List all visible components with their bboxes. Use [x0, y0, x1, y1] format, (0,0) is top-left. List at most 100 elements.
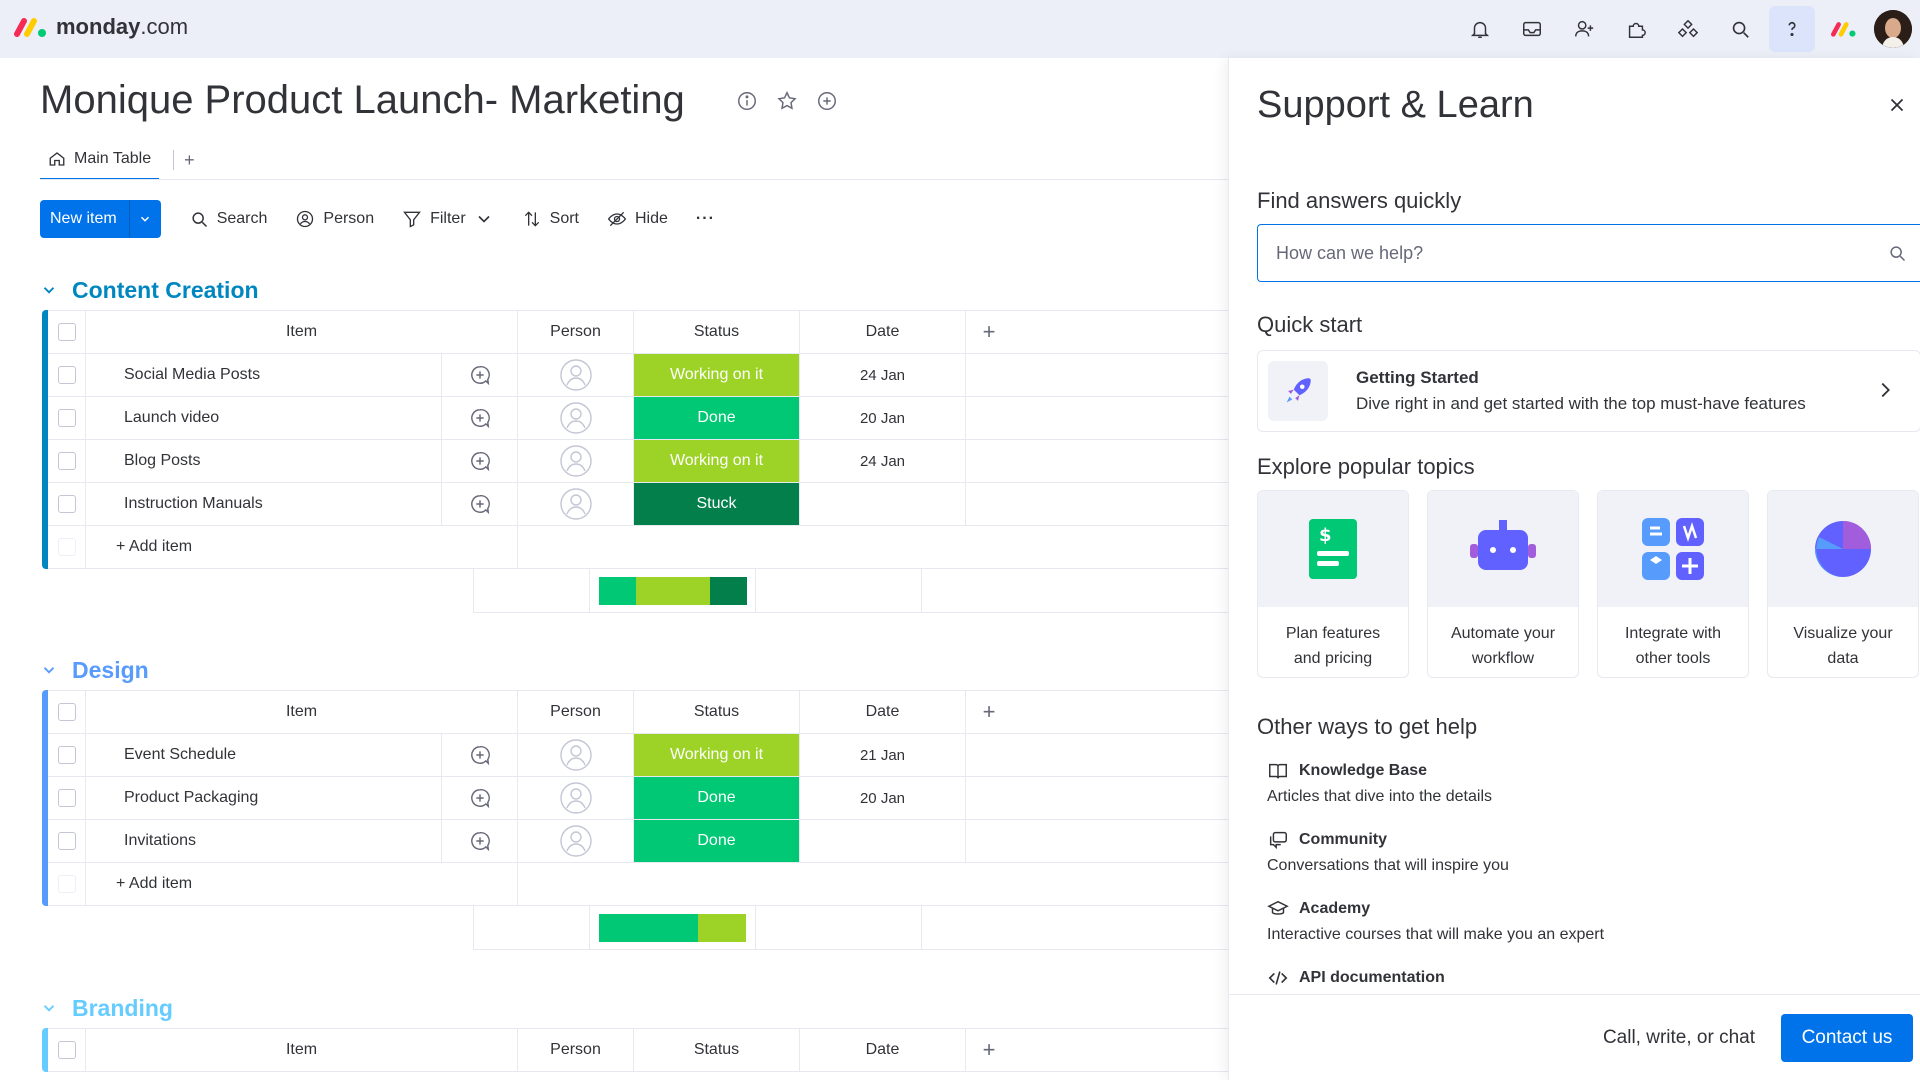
- date-cell[interactable]: [800, 483, 966, 525]
- tab-main-table[interactable]: Main Table: [40, 140, 160, 180]
- topic-automate-workflow[interactable]: Automate your workflow: [1427, 490, 1579, 678]
- add-update-icon[interactable]: [442, 397, 518, 439]
- chevron-down-icon[interactable]: [474, 209, 494, 229]
- status-cell[interactable]: Working on it: [634, 440, 800, 482]
- info-icon[interactable]: [736, 90, 758, 112]
- status-cell[interactable]: Done: [634, 397, 800, 439]
- column-header-person[interactable]: Person: [518, 1029, 634, 1071]
- date-cell[interactable]: 20 Jan: [800, 397, 966, 439]
- notifications-bell-icon[interactable]: [1454, 0, 1506, 58]
- person-cell[interactable]: [518, 777, 634, 819]
- group-header[interactable]: Design: [40, 650, 1228, 690]
- help-item-api-documentation[interactable]: API documentation: [1267, 967, 1445, 989]
- activity-log-icon[interactable]: [816, 90, 838, 112]
- group-title[interactable]: Branding: [72, 995, 173, 1022]
- chevron-down-icon[interactable]: [40, 661, 58, 679]
- add-update-icon[interactable]: [442, 777, 518, 819]
- person-cell[interactable]: [518, 734, 634, 776]
- add-item-button[interactable]: + Add item: [86, 863, 518, 905]
- group-title[interactable]: Content Creation: [72, 277, 259, 304]
- status-cell[interactable]: Working on it: [634, 354, 800, 396]
- item-name-cell[interactable]: Instruction Manuals: [86, 483, 442, 525]
- board-title[interactable]: Monique Product Launch- Marketing: [40, 78, 685, 123]
- column-header-status[interactable]: Status: [634, 691, 800, 733]
- row-checkbox[interactable]: [48, 483, 86, 525]
- topic-integrate-tools[interactable]: Integrate with other tools: [1597, 490, 1749, 678]
- add-update-icon[interactable]: [442, 820, 518, 862]
- group-header[interactable]: Content Creation: [40, 270, 1228, 310]
- chevron-right-icon[interactable]: [1874, 379, 1896, 401]
- item-name-cell[interactable]: Invitations: [86, 820, 442, 862]
- product-switcher-icon[interactable]: [1818, 0, 1870, 58]
- row-checkbox[interactable]: [48, 440, 86, 482]
- contact-us-button[interactable]: Contact us: [1781, 1013, 1913, 1062]
- date-cell[interactable]: 24 Jan: [800, 354, 966, 396]
- add-update-icon[interactable]: [442, 354, 518, 396]
- new-item-button[interactable]: New item: [40, 200, 161, 238]
- add-view-button[interactable]: +: [173, 150, 195, 170]
- help-item-knowledge-base[interactable]: Knowledge Base Articles that dive into t…: [1267, 760, 1492, 806]
- column-header-person[interactable]: Person: [518, 691, 634, 733]
- status-summary-cell[interactable]: [590, 906, 756, 949]
- status-cell[interactable]: Stuck: [634, 483, 800, 525]
- item-name-cell[interactable]: Launch video: [86, 397, 442, 439]
- search-icon[interactable]: [1887, 243, 1907, 263]
- item-name-cell[interactable]: Blog Posts: [86, 440, 442, 482]
- date-cell[interactable]: [800, 820, 966, 862]
- column-header-status[interactable]: Status: [634, 1029, 800, 1071]
- help-icon[interactable]: [1769, 6, 1815, 52]
- app-logo[interactable]: monday.com: [14, 14, 188, 40]
- column-header-person[interactable]: Person: [518, 311, 634, 353]
- row-checkbox[interactable]: [48, 397, 86, 439]
- apps-marketplace-icon[interactable]: [1610, 0, 1662, 58]
- column-header-date[interactable]: Date: [800, 311, 966, 353]
- new-item-label[interactable]: New item: [40, 200, 129, 238]
- help-item-community[interactable]: Community Conversations that will inspir…: [1267, 829, 1509, 875]
- user-avatar[interactable]: [1874, 10, 1912, 48]
- add-update-icon[interactable]: [442, 440, 518, 482]
- item-name-cell[interactable]: Social Media Posts: [86, 354, 442, 396]
- group-header[interactable]: Branding: [40, 988, 1228, 1028]
- row-checkbox[interactable]: [48, 734, 86, 776]
- column-header-date[interactable]: Date: [800, 691, 966, 733]
- topic-visualize-data[interactable]: Visualize your data: [1767, 490, 1919, 678]
- add-update-icon[interactable]: [442, 734, 518, 776]
- inbox-icon[interactable]: [1506, 0, 1558, 58]
- chevron-down-icon[interactable]: [40, 281, 58, 299]
- new-item-dropdown[interactable]: [128, 200, 161, 238]
- search-button[interactable]: Search: [189, 209, 267, 229]
- more-options-button[interactable]: ···: [696, 210, 715, 228]
- person-filter-button[interactable]: Person: [295, 209, 374, 229]
- person-cell[interactable]: [518, 440, 634, 482]
- status-cell[interactable]: Working on it: [634, 734, 800, 776]
- add-column-icon[interactable]: +: [966, 311, 1012, 353]
- column-header-date[interactable]: Date: [800, 1029, 966, 1071]
- column-header-item[interactable]: Item: [86, 311, 518, 353]
- add-update-icon[interactable]: [442, 483, 518, 525]
- select-all-checkbox[interactable]: [48, 1029, 86, 1071]
- item-name-cell[interactable]: Event Schedule: [86, 734, 442, 776]
- sort-button[interactable]: Sort: [522, 209, 579, 229]
- integrations-icon[interactable]: [1662, 0, 1714, 58]
- topic-plan-features[interactable]: $ Plan features and pricing: [1257, 490, 1409, 678]
- date-cell[interactable]: 24 Jan: [800, 440, 966, 482]
- favorite-star-icon[interactable]: [776, 90, 798, 112]
- search-icon[interactable]: [1714, 0, 1766, 58]
- select-all-checkbox[interactable]: [48, 311, 86, 353]
- status-cell[interactable]: Done: [634, 820, 800, 862]
- row-checkbox[interactable]: [48, 354, 86, 396]
- item-name-cell[interactable]: Product Packaging: [86, 777, 442, 819]
- column-header-status[interactable]: Status: [634, 311, 800, 353]
- row-checkbox[interactable]: [48, 777, 86, 819]
- person-cell[interactable]: [518, 397, 634, 439]
- person-cell[interactable]: [518, 820, 634, 862]
- add-column-icon[interactable]: +: [966, 1029, 1012, 1071]
- date-cell[interactable]: 20 Jan: [800, 777, 966, 819]
- close-icon[interactable]: [1886, 94, 1908, 116]
- help-item-academy[interactable]: Academy Interactive courses that will ma…: [1267, 898, 1604, 944]
- column-header-item[interactable]: Item: [86, 1029, 518, 1071]
- group-title[interactable]: Design: [72, 657, 149, 684]
- chevron-down-icon[interactable]: [40, 999, 58, 1017]
- add-item-button[interactable]: + Add item: [86, 526, 518, 568]
- help-search-input[interactable]: How can we help?: [1257, 224, 1920, 282]
